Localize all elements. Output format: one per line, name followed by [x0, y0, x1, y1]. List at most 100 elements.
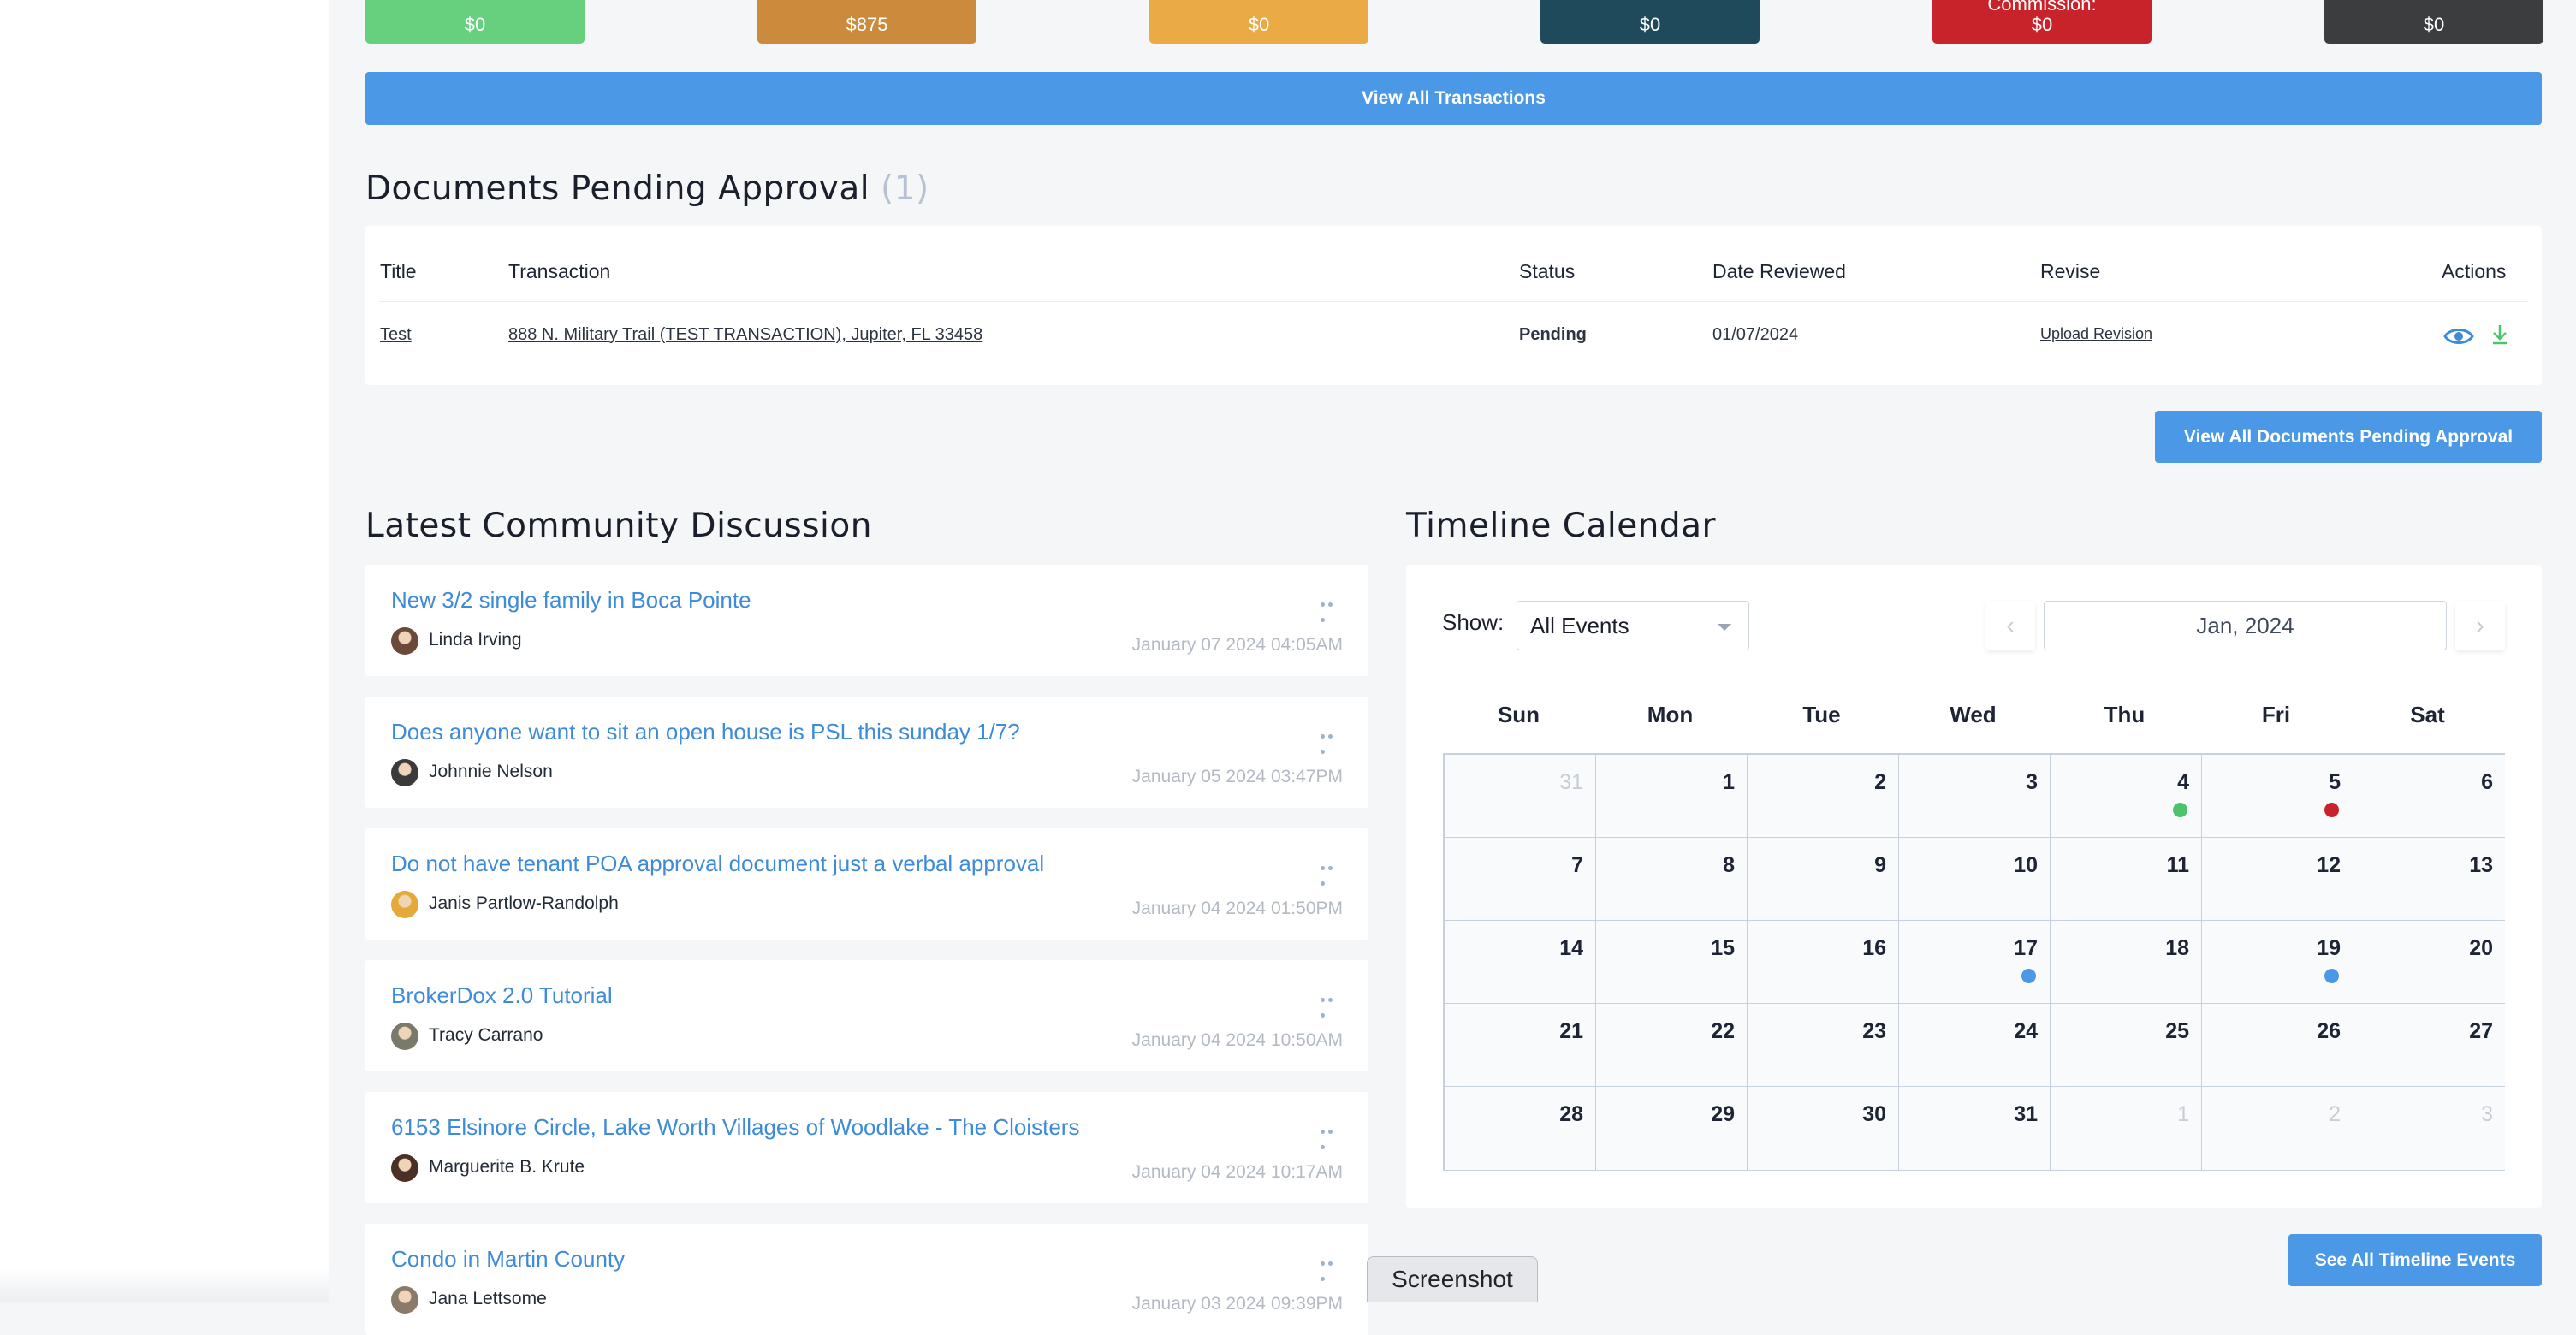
calendar-day[interactable]: 19 [2202, 921, 2353, 1004]
event-dot[interactable] [2324, 969, 2339, 983]
discussion-date: January 04 2024 01:50PM [1131, 899, 1343, 918]
discussion-date: January 04 2024 10:50AM [1131, 1030, 1343, 1050]
calendar-day[interactable]: 27 [2353, 1004, 2505, 1087]
calendar-day[interactable]: 24 [1899, 1004, 2051, 1087]
avatar [391, 1023, 418, 1050]
calendar-day[interactable]: 13 [2353, 838, 2505, 921]
show-label: Show: [1442, 609, 1505, 635]
prev-month-button[interactable]: ‹ [1985, 601, 2035, 650]
calendar-day[interactable]: 30 [1748, 1087, 1899, 1170]
calendar-day[interactable]: 12 [2202, 838, 2353, 921]
doc-title-link[interactable]: Test [380, 325, 412, 345]
stat-card[interactable]: $0 [365, 0, 585, 44]
day-number: 3 [2026, 770, 2038, 794]
calendar-day[interactable]: 20 [2353, 921, 2505, 1004]
calendar-day[interactable]: 26 [2202, 1004, 2353, 1087]
next-month-button[interactable]: › [2455, 601, 2505, 650]
more-options-icon[interactable] [1321, 596, 1343, 622]
day-number: 3 [2481, 1102, 2493, 1126]
discussion-item[interactable]: 6153 Elsinore Circle, Lake Worth Village… [365, 1092, 1368, 1203]
event-dot[interactable] [2173, 803, 2187, 817]
calendar-day[interactable]: 23 [1748, 1004, 1899, 1087]
day-number: 23 [1862, 1019, 1886, 1043]
discussion-date: January 04 2024 10:17AM [1131, 1162, 1343, 1182]
discussion-title-link[interactable]: 6153 Elsinore Circle, Lake Worth Village… [391, 1114, 1079, 1141]
calendar-day[interactable]: 10 [1899, 838, 2051, 921]
discussion-title-link[interactable]: Condo in Martin County [391, 1246, 625, 1273]
calendar-day[interactable]: 31 [1445, 755, 1596, 838]
calendar-day[interactable]: 16 [1748, 921, 1899, 1004]
day-number: 21 [1559, 1019, 1583, 1043]
view-all-transactions-button[interactable]: View All Transactions [365, 72, 2542, 125]
day-number: 10 [2014, 853, 2038, 877]
discussion-item[interactable]: Do not have tenant POA approval document… [365, 828, 1368, 940]
day-number: 11 [2166, 853, 2189, 877]
eye-icon[interactable] [2443, 326, 2474, 347]
day-number: 5 [2329, 770, 2341, 794]
stat-card[interactable]: $0 [1540, 0, 1760, 44]
stat-card[interactable]: $0 [2324, 0, 2543, 44]
more-options-icon[interactable] [1321, 727, 1343, 754]
see-all-timeline-events-button[interactable]: See All Timeline Events [2288, 1234, 2542, 1286]
weekday-label: Mon [1647, 702, 1694, 727]
calendar-day[interactable]: 29 [1596, 1087, 1748, 1170]
stat-card[interactable]: Commission: $0 [1932, 0, 2152, 44]
download-icon[interactable] [2490, 323, 2509, 346]
chevron-left-icon: ‹ [2006, 612, 2015, 638]
discussion-title-link[interactable]: BrokerDox 2.0 Tutorial [391, 982, 613, 1009]
calendar-panel: Show: All Events ‹ Jan, 2024 › Sun Mon Tue… [1406, 565, 2542, 1208]
day-number: 2 [2329, 1102, 2341, 1126]
calendar-day[interactable]: 7 [1445, 838, 1596, 921]
discussion-item[interactable]: Condo in Martin County Jana Lettsome Janua… [365, 1224, 1368, 1335]
month-picker[interactable]: Jan, 2024 [2044, 601, 2447, 650]
calendar-day[interactable]: 1 [1596, 755, 1748, 838]
more-options-icon[interactable] [1321, 1123, 1343, 1149]
calendar-day[interactable]: 14 [1445, 921, 1596, 1004]
event-filter-select[interactable]: All Events [1517, 601, 1749, 650]
chevron-down-icon [1718, 624, 1731, 631]
documents-table: Title Transaction Status Date Reviewed R… [365, 226, 2542, 385]
discussion-title-link[interactable]: New 3/2 single family in Boca Pointe [391, 587, 751, 614]
calendar-day[interactable]: 18 [2051, 921, 2202, 1004]
calendar-day[interactable]: 15 [1596, 921, 1748, 1004]
discussion-item[interactable]: New 3/2 single family in Boca Pointe Lind… [365, 565, 1368, 676]
discussion-title-link[interactable]: Do not have tenant POA approval document… [391, 851, 1044, 877]
discussion-item[interactable]: Does anyone want to sit an open house is… [365, 697, 1368, 808]
more-options-icon[interactable] [1321, 991, 1343, 1018]
event-dot[interactable] [2021, 969, 2036, 983]
calendar-day[interactable]: 11 [2051, 838, 2202, 921]
calendar-day[interactable]: 22 [1596, 1004, 1748, 1087]
weekday-label: Sat [2410, 702, 2445, 727]
calendar-day[interactable]: 9 [1748, 838, 1899, 921]
more-options-icon[interactable] [1321, 1255, 1343, 1281]
calendar-day[interactable]: 1 [2051, 1087, 2202, 1170]
calendar-day[interactable]: 3 [2353, 1087, 2505, 1170]
upload-revision-link[interactable]: Upload Revision [2040, 325, 2152, 343]
calendar-title: Timeline Calendar [1406, 507, 1717, 545]
calendar-day[interactable]: 5 [2202, 755, 2353, 838]
calendar-day[interactable]: 8 [1596, 838, 1748, 921]
calendar-day[interactable]: 28 [1445, 1087, 1596, 1170]
stat-card[interactable]: $875 [757, 0, 976, 44]
calendar-day[interactable]: 3 [1899, 755, 2051, 838]
calendar-day[interactable]: 4 [2051, 755, 2202, 838]
weekday-label: Thu [2104, 702, 2146, 727]
stat-card[interactable]: $0 [1149, 0, 1368, 44]
more-options-icon[interactable] [1321, 859, 1343, 886]
avatar [391, 1286, 418, 1314]
calendar-day[interactable]: 2 [2202, 1087, 2353, 1170]
view-all-documents-button[interactable]: View All Documents Pending Approval [2155, 411, 2542, 463]
day-number: 25 [2165, 1019, 2189, 1043]
doc-transaction-link[interactable]: 888 N. Military Trail (TEST TRANSACTION)… [508, 325, 982, 345]
calendar-day[interactable]: 17 [1899, 921, 2051, 1004]
event-dot[interactable] [2324, 803, 2339, 817]
discussion-item[interactable]: BrokerDox 2.0 Tutorial Tracy Carrano Janua… [365, 960, 1368, 1071]
calendar-day[interactable]: 31 [1899, 1087, 2051, 1170]
calendar-day[interactable]: 6 [2353, 755, 2505, 838]
calendar-day[interactable]: 2 [1748, 755, 1899, 838]
day-number: 26 [2317, 1019, 2341, 1043]
calendar-day[interactable]: 25 [2051, 1004, 2202, 1087]
screenshot-tag[interactable]: Screenshot [1367, 1256, 1538, 1302]
calendar-day[interactable]: 21 [1445, 1004, 1596, 1087]
discussion-title-link[interactable]: Does anyone want to sit an open house is… [391, 719, 1020, 745]
